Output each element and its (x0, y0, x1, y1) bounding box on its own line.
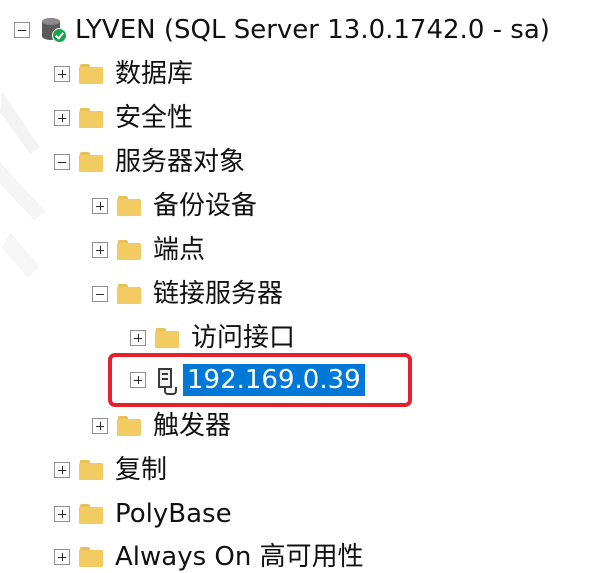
collapse-toggle-icon[interactable] (54, 154, 70, 170)
tree-node-label: 数据库 (115, 59, 194, 89)
tree-node-always-on[interactable]: Always On 高可用性 (54, 538, 364, 573)
expand-toggle-icon[interactable] (54, 462, 70, 478)
tree-node-label: 链接服务器 (153, 279, 284, 309)
tree-node-label: 复制 (115, 455, 168, 485)
tree-node-server-objects[interactable]: 服务器对象 (54, 143, 245, 181)
object-explorer-tree: LYVEN (SQL Server 13.0.1742.0 - sa) 数据库 … (0, 0, 610, 573)
tree-node-label: 触发器 (153, 411, 232, 441)
folder-icon (79, 63, 105, 85)
tree-node-root-server[interactable]: LYVEN (SQL Server 13.0.1742.0 - sa) (14, 11, 550, 49)
expand-toggle-icon[interactable] (130, 330, 146, 346)
collapse-toggle-icon[interactable] (14, 22, 30, 38)
tree-node-linked-server-192-169-0-39[interactable]: 192.169.0.39 (130, 361, 365, 399)
tree-node-replication[interactable]: 复制 (54, 451, 167, 489)
expand-toggle-icon[interactable] (54, 110, 70, 126)
folder-icon (79, 107, 105, 129)
tree-node-providers[interactable]: 访问接口 (130, 319, 295, 357)
tree-node-polybase[interactable]: PolyBase (54, 495, 232, 533)
tree-node-label: PolyBase (115, 499, 232, 529)
folder-icon (117, 239, 143, 261)
expand-toggle-icon[interactable] (54, 66, 70, 82)
folder-icon (155, 327, 181, 349)
tree-node-security[interactable]: 安全性 (54, 99, 193, 137)
expand-toggle-icon[interactable] (92, 198, 108, 214)
server-connected-icon (41, 17, 67, 43)
tree-node-label: 服务器对象 (115, 147, 246, 177)
tree-node-triggers[interactable]: 触发器 (92, 407, 231, 445)
linked-server-icon (155, 366, 177, 395)
tree-node-label: 备份设备 (153, 191, 258, 221)
expand-toggle-icon[interactable] (54, 549, 70, 565)
tree-node-label: Always On 高可用性 (115, 542, 364, 572)
tree-node-linked-servers[interactable]: 链接服务器 (92, 275, 283, 313)
folder-icon (117, 195, 143, 217)
folder-icon (79, 546, 105, 568)
tree-node-databases[interactable]: 数据库 (54, 55, 193, 93)
folder-icon (79, 503, 105, 525)
collapse-toggle-icon[interactable] (92, 286, 108, 302)
expand-toggle-icon[interactable] (130, 372, 146, 388)
tree-node-label: 端点 (153, 235, 206, 265)
expand-toggle-icon[interactable] (92, 418, 108, 434)
tree-node-endpoints[interactable]: 端点 (92, 231, 205, 269)
tree-node-label: 安全性 (115, 103, 194, 133)
expand-toggle-icon[interactable] (92, 242, 108, 258)
folder-icon (117, 283, 143, 305)
tree-node-label: 访问接口 (191, 323, 296, 353)
folder-icon (117, 415, 143, 437)
tree-node-label: LYVEN (SQL Server 13.0.1742.0 - sa) (75, 15, 550, 45)
expand-toggle-icon[interactable] (54, 506, 70, 522)
folder-icon (79, 151, 105, 173)
folder-icon (79, 459, 105, 481)
tree-node-backup-devices[interactable]: 备份设备 (92, 187, 257, 225)
tree-node-label-selected: 192.169.0.39 (183, 364, 365, 396)
